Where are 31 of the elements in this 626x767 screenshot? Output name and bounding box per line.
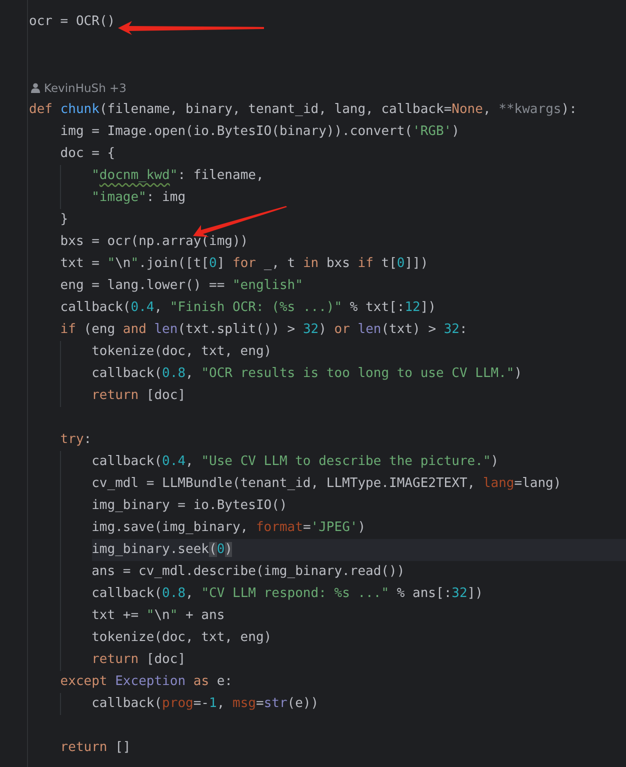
code-line: callback(0.4, "Use CV LLM to describe the picture.") bbox=[92, 453, 499, 471]
code-line: img = Image.open(io.BytesIO(binary)).convert('RGB') bbox=[60, 123, 460, 141]
code-line: callback(0.8, "CV LLM respond: %s ..." % ans[:32]) bbox=[92, 585, 483, 603]
author-hint[interactable]: KevinHuSh +3 bbox=[44, 77, 126, 99]
code-line: bxs = ocr(np.array(img)) bbox=[60, 233, 248, 251]
code-line: return [doc] bbox=[92, 387, 186, 405]
code-line: return [doc] bbox=[92, 651, 186, 669]
code-line: def chunk(filename, binary, tenant_id, lang, callback=None, **kwargs): bbox=[29, 101, 577, 119]
code-line: eng = lang.lower() == "english" bbox=[60, 277, 303, 295]
code-line: tokenize(doc, txt, eng) bbox=[92, 629, 272, 647]
code-line: img_binary = io.BytesIO() bbox=[92, 497, 288, 515]
code-line: } bbox=[60, 211, 68, 229]
code-line: try: bbox=[60, 431, 92, 449]
code-line: callback(prog=-1, msg=str(e)) bbox=[92, 695, 319, 713]
code-line: img_binary.seek(0) bbox=[92, 541, 232, 559]
code-line: if (eng and len(txt.split()) > 32) or len(txt) > 32: bbox=[60, 321, 468, 339]
code-line: return [] bbox=[60, 739, 131, 757]
code-line: doc = { bbox=[60, 145, 116, 163]
code-line: cv_mdl = LLMBundle(tenant_id, LLMType.IMAGE2TEXT, lang=lang) bbox=[92, 475, 562, 493]
code-line: txt = "\n".join([t[0] for _, t in bxs if t[0]]) bbox=[60, 255, 428, 273]
code-line: "image": img bbox=[92, 189, 186, 207]
code-line: "docnm_kwd": filename, bbox=[92, 167, 264, 185]
code-line: ocr = OCR() bbox=[29, 13, 116, 31]
code-line: txt += "\n" + ans bbox=[92, 607, 225, 625]
code-line: img.save(img_binary, format='JPEG') bbox=[92, 519, 366, 537]
code-line: except Exception as e: bbox=[60, 673, 233, 691]
person-icon bbox=[31, 83, 40, 93]
code-line: tokenize(doc, txt, eng) bbox=[92, 343, 272, 361]
code-line: callback(0.4, "Finish OCR: (%s ...)" % txt[:12]) bbox=[60, 299, 436, 317]
code-line: callback(0.8, "OCR results is too long to use CV LLM.") bbox=[92, 365, 522, 383]
code-line: ans = cv_mdl.describe(img_binary.read()) bbox=[92, 563, 405, 581]
